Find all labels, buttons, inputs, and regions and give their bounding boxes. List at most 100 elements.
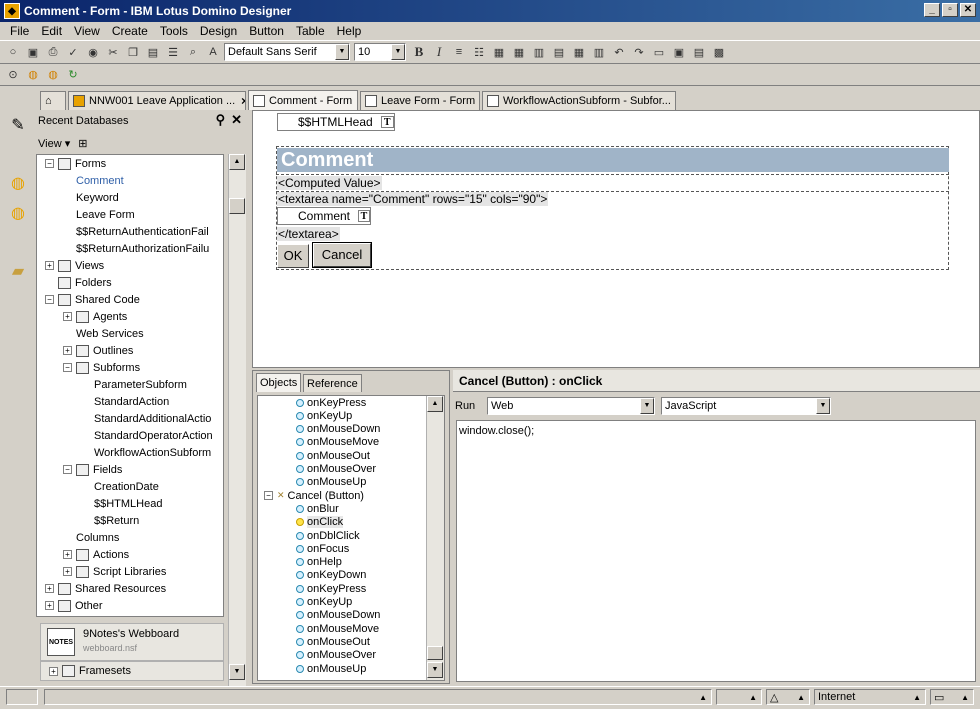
tree-item[interactable]: StandardAdditionalActio: [81, 410, 211, 427]
run-target-select[interactable]: Web ▼: [487, 397, 655, 415]
scroll-up-button[interactable]: ▲: [427, 396, 443, 412]
status-cell[interactable]: ▲: [716, 689, 762, 705]
menu-view[interactable]: View: [68, 24, 106, 38]
navigator-scrollbar[interactable]: ▲ ▼: [228, 154, 246, 709]
menu-button[interactable]: Button: [243, 24, 290, 38]
italic-button[interactable]: I: [430, 43, 448, 61]
code-editor[interactable]: window.close();: [456, 420, 976, 682]
language-select[interactable]: JavaScript ▼: [661, 397, 831, 415]
zone-cell[interactable]: Internet ▲: [814, 689, 926, 705]
tree-item[interactable]: + Shared Resources: [45, 580, 166, 597]
tree-item[interactable]: StandardAction: [81, 393, 169, 410]
tree-item[interactable]: Comment: [63, 172, 124, 189]
tree-item[interactable]: − Fields: [63, 461, 122, 478]
scroll-thumb[interactable]: [229, 198, 245, 214]
replicate-icon[interactable]: ↻: [64, 66, 82, 84]
event-item[interactable]: onHelp: [296, 556, 342, 569]
tree-item[interactable]: + Views: [45, 257, 104, 274]
undo-icon[interactable]: ↶: [610, 43, 628, 61]
event-item[interactable]: onMouseOut: [296, 449, 370, 462]
menu-file[interactable]: File: [4, 24, 35, 38]
event-item[interactable]: onMouseDown: [296, 609, 380, 622]
expand-icon[interactable]: +: [45, 261, 54, 270]
tree-item[interactable]: $$Return: [81, 512, 139, 529]
expand-icon[interactable]: +: [49, 666, 58, 676]
event-item[interactable]: onKeyPress: [296, 396, 366, 409]
htmlhead-field[interactable]: $$HTMLHead T: [277, 113, 395, 131]
tree-item[interactable]: + Script Libraries: [63, 563, 166, 580]
location-cell[interactable]: △ ▲: [766, 689, 810, 705]
tree-item[interactable]: ParameterSubform: [81, 376, 187, 393]
event-item[interactable]: onFocus: [296, 542, 349, 555]
status-message[interactable]: ▲: [44, 689, 712, 705]
tree-item[interactable]: − Forms: [45, 155, 106, 172]
textarea-open-tag[interactable]: <textarea name="Comment" rows="15" cols=…: [277, 192, 549, 206]
event-item[interactable]: onMouseUp: [296, 476, 366, 489]
tree-item[interactable]: CreationDate: [81, 478, 159, 495]
spellcheck-icon[interactable]: ✓: [64, 43, 82, 61]
close-icon[interactable]: ×: [241, 94, 245, 108]
expand-icon[interactable]: +: [63, 550, 72, 559]
tree-item[interactable]: $$HTMLHead: [81, 495, 162, 512]
copy-icon[interactable]: ❐: [124, 43, 142, 61]
menu-edit[interactable]: Edit: [35, 24, 68, 38]
tree-item[interactable]: + Outlines: [63, 342, 133, 359]
layout-icon[interactable]: ▤: [690, 43, 708, 61]
tree-item[interactable]: StandardOperatorAction: [81, 427, 213, 444]
event-item[interactable]: onBlur: [296, 502, 339, 515]
expand-icon[interactable]: +: [63, 346, 72, 355]
collapse-icon[interactable]: −: [63, 465, 72, 474]
tree-item[interactable]: − Subforms: [63, 359, 140, 376]
preview-icon[interactable]: ▣: [670, 43, 688, 61]
tree-item[interactable]: + Other: [45, 597, 103, 614]
tree-item[interactable]: Web Services: [63, 325, 144, 342]
pane-icon[interactable]: ▭: [650, 43, 668, 61]
restore-button[interactable]: ▫: [942, 3, 958, 17]
event-item[interactable]: onMouseUp: [296, 662, 366, 675]
spacing-icon[interactable]: ☷: [470, 43, 488, 61]
recent-bookmark-icon[interactable]: ◍: [6, 202, 30, 224]
tab-workflow-subform[interactable]: WorkflowActionSubform - Subfor...×: [482, 91, 676, 110]
objects-scrollbar[interactable]: ▲ ▼: [426, 396, 444, 680]
event-item[interactable]: onKeyUp: [296, 596, 352, 609]
expand-icon[interactable]: +: [45, 601, 54, 610]
table-icon[interactable]: ▦: [490, 43, 508, 61]
menu-help[interactable]: Help: [331, 24, 368, 38]
tree-item[interactable]: + Agents: [63, 308, 127, 325]
expand-icon[interactable]: +: [45, 584, 54, 593]
scroll-down-button[interactable]: ▼: [427, 662, 443, 678]
scroll-down-button[interactable]: ▼: [229, 664, 245, 680]
object-button-node[interactable]: − ✕ Cancel (Button): [264, 489, 364, 502]
event-item[interactable]: onKeyPress: [296, 582, 366, 595]
pin-icon[interactable]: ⚲: [216, 112, 226, 128]
event-item[interactable]: onMouseMove: [296, 436, 379, 449]
redo-icon[interactable]: ↷: [630, 43, 648, 61]
event-item[interactable]: onMouseOut: [296, 635, 370, 648]
event-item[interactable]: onMouseOver: [296, 463, 376, 476]
print-icon[interactable]: ⎙: [44, 43, 62, 61]
tree-item[interactable]: + Actions: [63, 546, 129, 563]
new-icon[interactable]: ○: [4, 43, 22, 61]
cut-icon[interactable]: ✂: [104, 43, 122, 61]
align-icon[interactable]: ≡: [450, 43, 468, 61]
scroll-up-button[interactable]: ▲: [229, 154, 245, 170]
form-title[interactable]: Comment: [277, 148, 949, 172]
append-row-icon[interactable]: ▤: [550, 43, 568, 61]
status-cell[interactable]: [6, 689, 38, 705]
tree-item[interactable]: Leave Form: [63, 206, 135, 223]
tree-item[interactable]: Keyword: [63, 189, 119, 206]
tab-comment-form[interactable]: Comment - Form×: [248, 90, 358, 110]
find-icon[interactable]: ⌕: [184, 43, 202, 61]
properties-icon[interactable]: ☰: [164, 43, 182, 61]
tree-item[interactable]: − Shared Code: [45, 291, 140, 308]
font-name-select[interactable]: Default Sans Serif ▼: [224, 43, 350, 61]
bold-button[interactable]: B: [410, 43, 428, 61]
collapse-icon[interactable]: −: [63, 363, 72, 372]
event-item[interactable]: onKeyDown: [296, 569, 366, 582]
computed-value[interactable]: <Computed Value>: [277, 176, 382, 190]
image-icon[interactable]: ▩: [710, 43, 728, 61]
design-tree[interactable]: − Forms Comment Keyword Leave Form $$ReturnAu…: [36, 154, 224, 617]
comment-field[interactable]: Comment T: [277, 207, 371, 225]
tab-nnw001[interactable]: NNW001 Leave Application ... ×: [68, 91, 246, 110]
object-event-list[interactable]: onKeyPress onKeyUp onMouseDown onMouseMove o…: [257, 395, 445, 681]
